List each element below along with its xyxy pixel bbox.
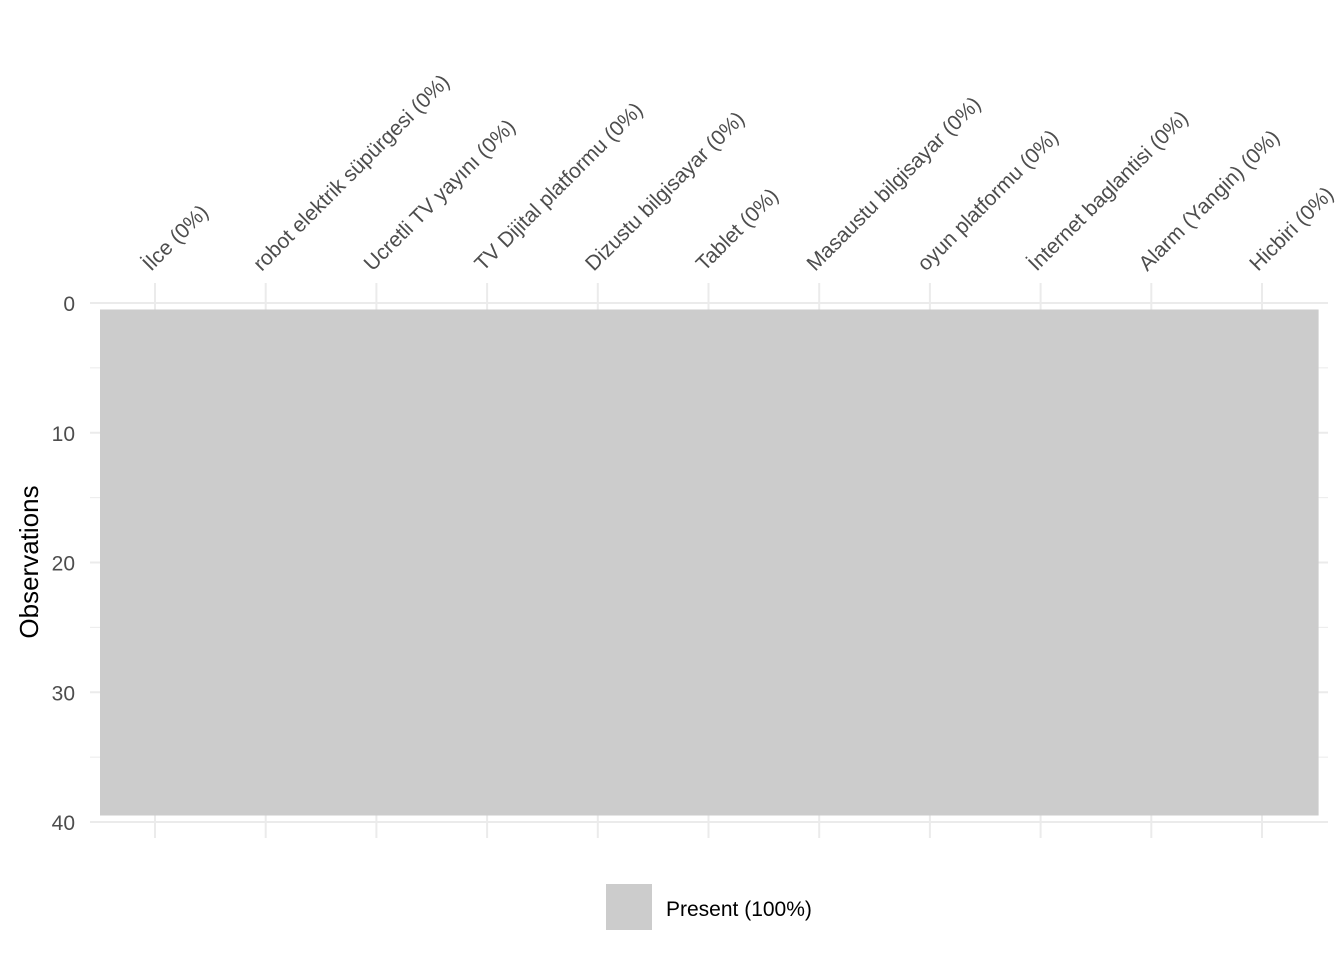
y-axis-ticks: 0 10 20 30 40 (52, 293, 75, 835)
tile-present (1207, 309, 1319, 816)
column-label: Hicbiri (0%) (1245, 183, 1338, 276)
tile-present (210, 309, 323, 816)
missingness-chart: İlce (0%) robot elektrik süpürgesi (0%)Uc… (14, 70, 1338, 930)
tile-present (321, 309, 433, 816)
y-tick-label: 0 (63, 293, 75, 316)
tile-present (432, 309, 544, 816)
y-tick-label: 40 (52, 812, 75, 835)
column-label: Masaustu bilgisayar (0%) (802, 93, 985, 276)
column-label: Tablet (0%) (692, 184, 783, 275)
y-tick-label: 20 (52, 553, 75, 576)
plot-area (100, 309, 1319, 816)
legend-key-present (606, 884, 652, 930)
column-label: İlce (0%) (138, 201, 213, 276)
tile-present (542, 309, 655, 816)
tile-present (764, 309, 876, 816)
column-label: robot elektrik süpürgesi (0%) (249, 70, 454, 275)
column-labels: İlce (0%) robot elektrik süpürgesi (0%)Uc… (138, 70, 1338, 275)
tile-present (1096, 309, 1208, 816)
tile-present (875, 309, 987, 816)
legend: Present (100%) (606, 884, 812, 930)
y-tick-label: 30 (52, 682, 75, 705)
tile-present (653, 309, 765, 816)
tile-present (985, 309, 1098, 816)
legend-label-present: Present (100%) (666, 898, 812, 921)
y-tick-label: 10 (52, 423, 75, 446)
tile-present (100, 309, 212, 816)
y-axis-title: Observations (14, 485, 44, 638)
